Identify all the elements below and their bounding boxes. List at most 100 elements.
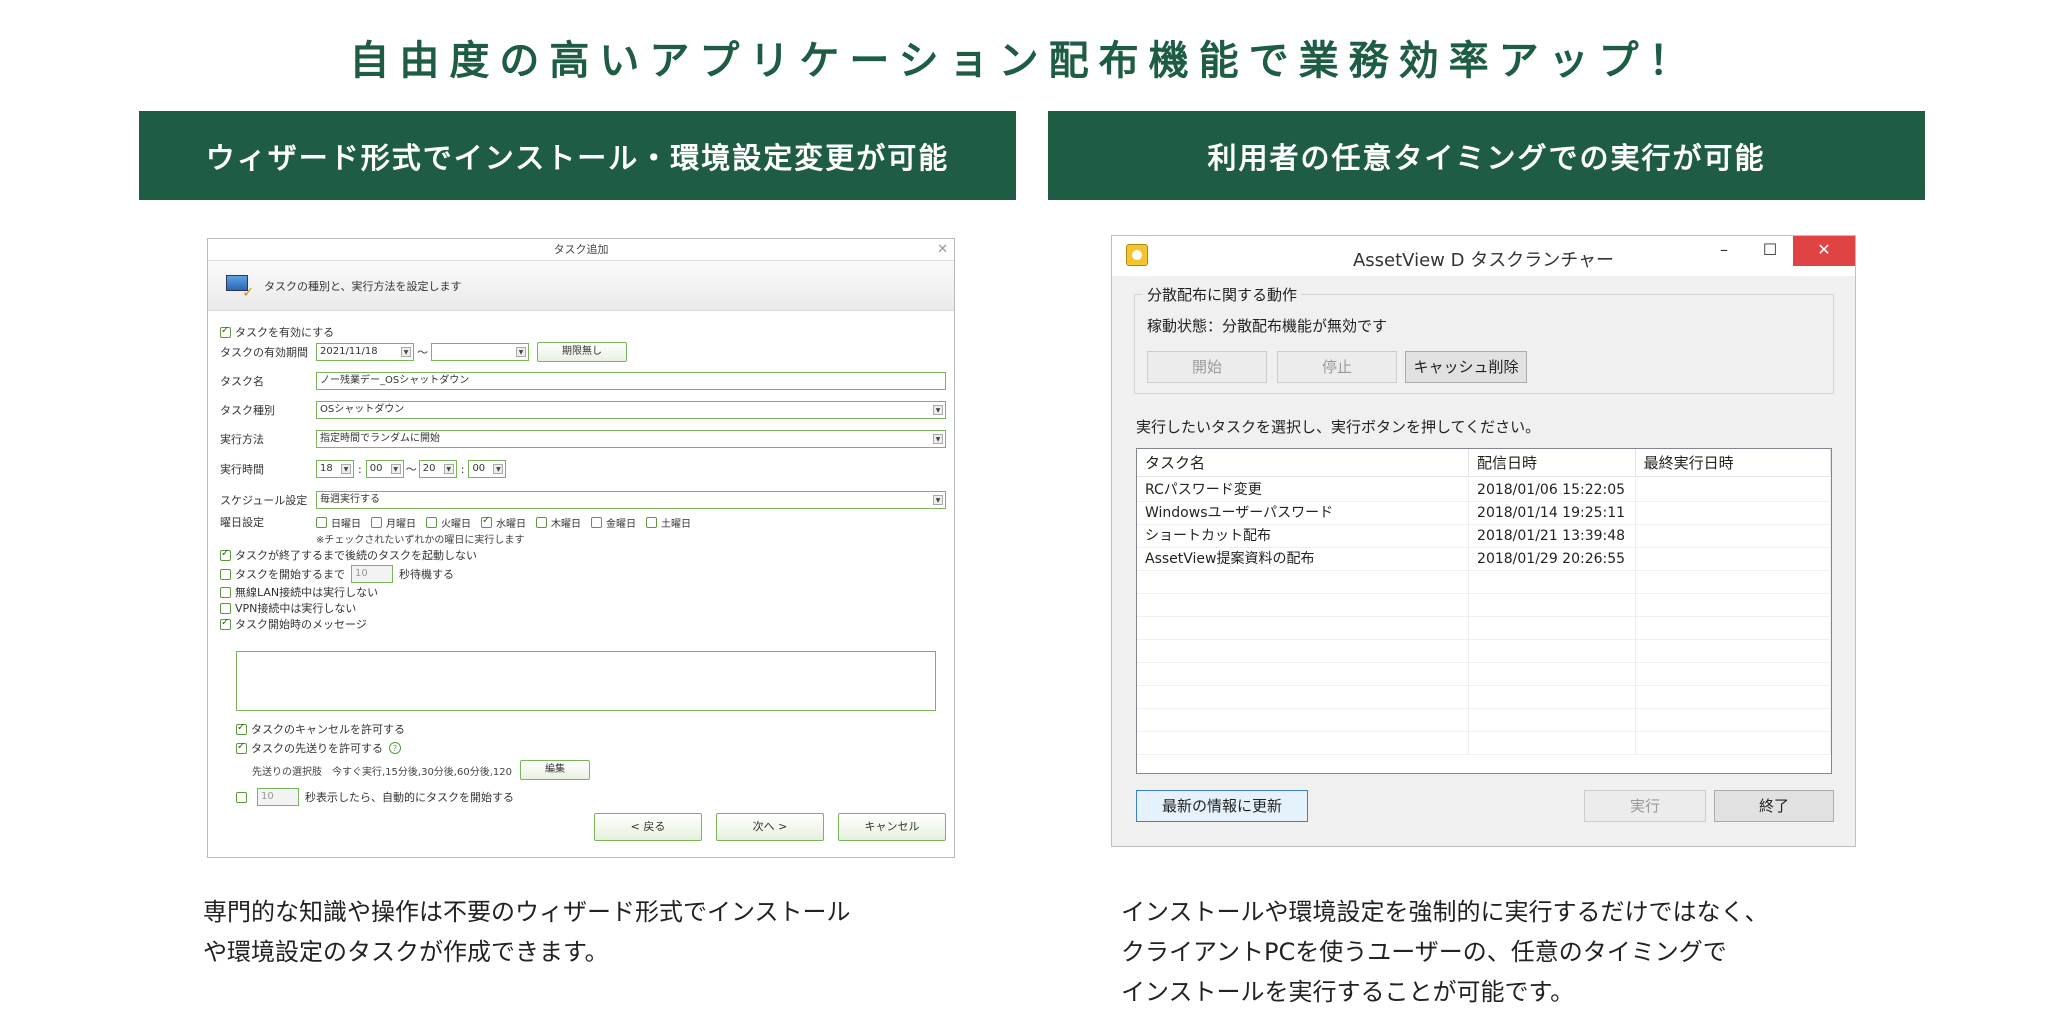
schedule-row: スケジュール設定 毎週実行する ▼ xyxy=(220,490,946,510)
day-thu-label: 木曜日 xyxy=(551,518,581,530)
opt-wlan-checkbox[interactable] xyxy=(220,586,231,598)
exit-button[interactable]: 終了 xyxy=(1714,790,1834,822)
task-list[interactable]: タスク名 配信日時 最終実行日時 RCパスワード変更 2018/01/06 15… xyxy=(1136,448,1832,774)
opt-cancel-checkbox[interactable] xyxy=(236,722,247,735)
day-fri[interactable]: 金曜日 xyxy=(591,515,636,530)
distribution-group: 分散配布に関する動作 稼動状態：分散配布機能が無効です 開始 停止 キャッシュ削… xyxy=(1134,284,1834,394)
right-desc-line2: クライアントPCを使うユーザーの、任意のタイミングで xyxy=(1121,938,1727,966)
postpone-choices-row: 先送りの選択肢 今すぐ実行,15分後,30分後,60分後,120 編集 xyxy=(252,760,590,780)
auto-start-row[interactable]: 10 秒表示したら、自動的にタスクを開始する xyxy=(236,787,514,807)
column-last-run[interactable]: 最終実行日時 xyxy=(1636,449,1831,476)
day-mon-checkbox[interactable] xyxy=(371,516,382,528)
start-minute-select[interactable]: 00 ▼ xyxy=(365,460,404,478)
schedule-select[interactable]: 毎週実行する ▼ xyxy=(316,491,946,509)
next-button[interactable]: 次へ > xyxy=(716,813,824,841)
chevron-down-icon[interactable]: ▼ xyxy=(933,434,943,444)
opt-postpone-row[interactable]: タスクの先送りを許可する ? xyxy=(236,738,401,758)
opt-vpn-checkbox[interactable] xyxy=(220,602,231,614)
table-row[interactable]: RCパスワード変更 2018/01/06 15:22:05 xyxy=(1137,479,1831,502)
chevron-down-icon[interactable]: ▼ xyxy=(401,347,411,357)
clear-cache-button[interactable]: キャッシュ削除 xyxy=(1405,351,1527,383)
instruction-text: 実行したいタスクを選択し、実行ボタンを押してください。 xyxy=(1136,418,1541,436)
empty-row xyxy=(1137,663,1831,686)
headline: 自由度の高いアプリケーション配布機能で業務効率アップ！ xyxy=(349,38,1699,84)
schedule-label: スケジュール設定 xyxy=(220,494,308,507)
opt-message-checkbox[interactable] xyxy=(220,617,231,630)
start-button[interactable]: 開始 xyxy=(1147,351,1267,383)
chevron-down-icon[interactable]: ▼ xyxy=(516,347,526,357)
cancel-button[interactable]: キャンセル xyxy=(838,813,946,841)
opt-cancel-label: タスクのキャンセルを許可する xyxy=(251,723,405,736)
maximize-icon[interactable]: ☐ xyxy=(1747,236,1793,266)
opt-message-row[interactable]: タスク開始時のメッセージ xyxy=(220,614,367,634)
table-row[interactable]: Windowsユーザーパスワード 2018/01/14 19:25:11 xyxy=(1137,502,1831,525)
wait-seconds-input[interactable]: 10 xyxy=(351,565,393,583)
chevron-down-icon[interactable]: ▼ xyxy=(341,464,351,474)
table-row[interactable]: AssetView提案資料の配布 2018/01/29 20:26:55 xyxy=(1137,548,1831,571)
column-task-name[interactable]: タスク名 xyxy=(1137,449,1470,476)
empty-row xyxy=(1137,686,1831,709)
task-type-select[interactable]: OSシャットダウン ▼ xyxy=(316,401,946,419)
auto-start-seconds-input[interactable]: 10 xyxy=(257,788,299,806)
method-value: 指定時間でランダムに開始 xyxy=(320,433,440,444)
day-thu[interactable]: 木曜日 xyxy=(536,515,581,530)
row-last-run xyxy=(1636,479,1831,501)
chevron-down-icon[interactable]: ▼ xyxy=(933,495,943,505)
end-minute-select[interactable]: 00 ▼ xyxy=(468,460,507,478)
enable-task-label: タスクを有効にする xyxy=(235,326,335,339)
opt-wait-start-row[interactable]: タスクを開始するまで 10 秒待機する xyxy=(220,564,454,584)
day-sat[interactable]: 土曜日 xyxy=(646,515,691,530)
method-select[interactable]: 指定時間でランダムに開始 ▼ xyxy=(316,430,946,448)
column-delivery-date[interactable]: 配信日時 xyxy=(1469,449,1636,476)
help-icon[interactable]: ? xyxy=(389,742,401,754)
validity-to-field[interactable]: ▼ xyxy=(431,343,529,361)
day-fri-checkbox[interactable] xyxy=(591,516,602,528)
wizard-title: タスク追加 xyxy=(553,243,609,256)
start-message-textarea[interactable] xyxy=(236,651,936,711)
opt-wait-start-checkbox[interactable] xyxy=(220,568,231,580)
end-hour-value: 20 xyxy=(422,463,436,474)
wait-seconds-suffix: 秒待機する xyxy=(399,568,454,581)
opt-postpone-checkbox[interactable] xyxy=(236,741,247,754)
chevron-down-icon[interactable]: ▼ xyxy=(933,405,943,415)
task-name-value: ノー残業デー_OSシャットダウン xyxy=(320,375,470,386)
method-label: 実行方法 xyxy=(220,433,264,446)
stop-button[interactable]: 停止 xyxy=(1277,351,1397,383)
chevron-down-icon[interactable]: ▼ xyxy=(493,464,504,474)
task-type-value: OSシャットダウン xyxy=(320,404,405,415)
schedule-value: 毎週実行する xyxy=(320,494,380,505)
start-hour-select[interactable]: 18 ▼ xyxy=(316,460,354,478)
day-tue-checkbox[interactable] xyxy=(426,516,437,528)
row-last-run xyxy=(1636,548,1831,570)
day-wed-checkbox[interactable] xyxy=(481,515,492,528)
status-text: 稼動状態：分散配布機能が無効です xyxy=(1147,317,1388,335)
opt-wait-finish-row[interactable]: タスクが終了するまで後続のタスクを起動しない xyxy=(220,545,477,565)
chevron-down-icon[interactable]: ▼ xyxy=(443,464,454,474)
run-button[interactable]: 実行 xyxy=(1584,790,1706,822)
opt-wait-finish-checkbox[interactable] xyxy=(220,548,231,561)
task-type-label: タスク種別 xyxy=(220,404,275,417)
back-button[interactable]: < 戻る xyxy=(594,813,702,841)
task-name-input[interactable]: ノー残業デー_OSシャットダウン xyxy=(316,372,946,390)
row-delivery-date: 2018/01/06 15:22:05 xyxy=(1469,479,1636,501)
empty-row xyxy=(1137,594,1831,617)
day-thu-checkbox[interactable] xyxy=(536,516,547,528)
refresh-button[interactable]: 最新の情報に更新 xyxy=(1136,790,1308,822)
opt-cancel-row[interactable]: タスクのキャンセルを許可する xyxy=(236,719,405,739)
close-icon[interactable]: ✕ xyxy=(1793,236,1855,266)
auto-start-seconds-value: 10 xyxy=(261,791,274,802)
close-icon[interactable]: ✕ xyxy=(937,239,948,261)
edit-button[interactable]: 編集 xyxy=(519,760,590,780)
end-hour-select[interactable]: 20 ▼ xyxy=(418,460,457,478)
day-sat-checkbox[interactable] xyxy=(646,516,657,528)
table-row[interactable]: ショートカット配布 2018/01/21 13:39:48 xyxy=(1137,525,1831,548)
enable-task-checkbox[interactable] xyxy=(220,325,231,338)
left-description: 専門的な知識や操作は不要のウィザード形式でインストール や環境設定のタスクが作成… xyxy=(203,892,983,972)
day-sun-checkbox[interactable] xyxy=(316,516,327,528)
minimize-icon[interactable]: – xyxy=(1701,236,1747,266)
auto-start-checkbox[interactable] xyxy=(236,791,247,803)
validity-from-field[interactable]: 2021/11/18 ▼ xyxy=(316,343,414,361)
enable-task-row[interactable]: タスクを有効にする xyxy=(220,322,334,342)
chevron-down-icon[interactable]: ▼ xyxy=(390,464,401,474)
no-limit-button[interactable]: 期限無し xyxy=(537,342,627,362)
